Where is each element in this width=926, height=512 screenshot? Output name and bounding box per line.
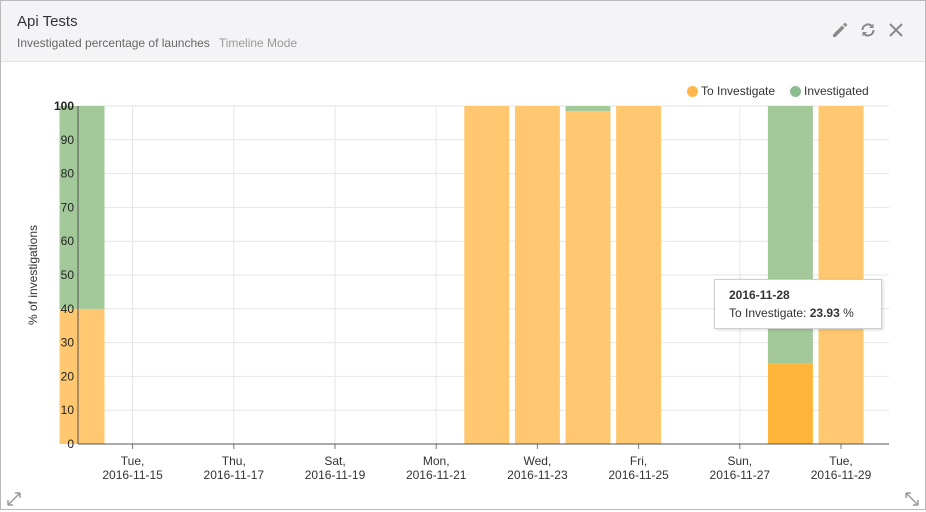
y-axis-label: % of investigations (26, 225, 40, 325)
x-tick-label: 2016-11-25 (608, 468, 669, 482)
y-tick-label: 100 (54, 99, 74, 113)
x-tick-label: 2016-11-19 (305, 468, 366, 482)
tooltip-value-line: To Investigate: 23.93 % (729, 306, 854, 320)
x-tick-label: Fri, (630, 454, 647, 468)
bar-segment (464, 106, 510, 444)
widget-panel: Api Tests Investigated percentage of lau… (0, 0, 926, 510)
tooltip-label: To Investigate: (729, 306, 810, 320)
bar-segment (767, 363, 813, 444)
x-tick-label: 2016-11-17 (204, 468, 265, 482)
x-tick-label: Thu, (222, 454, 246, 468)
bar-segment (565, 111, 611, 444)
x-tick-label: Sat, (324, 454, 345, 468)
tooltip-date: 2016-11-28 (729, 288, 790, 302)
y-tick-label: 20 (61, 369, 75, 383)
bar-segment (818, 106, 864, 444)
bar-segment (565, 106, 611, 112)
y-tick-label: 30 (61, 336, 75, 350)
tooltip-value: 23.93 (809, 306, 840, 320)
x-tick-label: 2016-11-27 (710, 468, 771, 482)
y-tick-label: 60 (61, 234, 75, 248)
x-tick-label: Mon, (423, 454, 450, 468)
x-tick-label: 2016-11-29 (811, 468, 872, 482)
chart-tooltip: 2016-11-28 To Investigate: 23.93 % (714, 279, 882, 329)
x-tick-label: Wed, (524, 454, 552, 468)
y-tick-label: 10 (61, 403, 75, 417)
y-tick-label: 0 (67, 437, 74, 451)
x-tick-label: Tue, (829, 454, 853, 468)
x-tick-label: Tue, (121, 454, 145, 468)
timeline-chart: 0102030405060708090100Tue,2016-11-15Thu,… (26, 99, 889, 482)
x-tick-label: 2016-11-23 (507, 468, 568, 482)
x-tick-label: 2016-11-15 (102, 468, 163, 482)
tooltip-unit: % (839, 306, 854, 320)
y-tick-label: 90 (61, 133, 75, 147)
x-tick-label: 2016-11-21 (406, 468, 467, 482)
y-tick-label: 80 (61, 167, 75, 181)
bar-segment (616, 106, 662, 444)
x-tick-label: Sun, (727, 454, 752, 468)
y-tick-label: 50 (61, 268, 75, 282)
y-tick-label: 70 (61, 200, 75, 214)
y-tick-label: 40 (61, 302, 75, 316)
bar-segment (514, 106, 560, 444)
resize-diagonal-icon[interactable] (904, 491, 920, 507)
resize-diagonal-icon[interactable] (6, 491, 22, 507)
